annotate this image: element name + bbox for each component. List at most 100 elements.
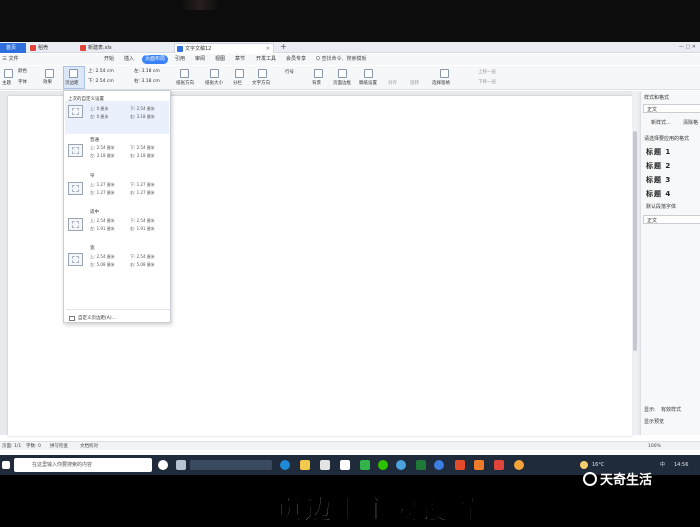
background-button[interactable]: 背景 (312, 81, 321, 87)
new-style-button[interactable]: 新样式... (651, 119, 671, 126)
send-backward-button[interactable]: 下移一层 (478, 80, 496, 86)
word-count[interactable]: 字数: 0 (26, 443, 41, 450)
theme-icon[interactable] (4, 69, 13, 78)
style-heading-1[interactable]: 标题 1 (646, 147, 671, 157)
menu-dev-tools[interactable]: 开发工具 (256, 55, 276, 64)
paper-size-icon[interactable] (210, 69, 219, 78)
color-button[interactable]: 颜色 (18, 69, 27, 75)
moderate-bottom[interactable]: 下: 2.54 厘米 (130, 218, 155, 224)
narrow-top[interactable]: 上: 1.27 厘米 (90, 182, 115, 188)
style-heading-3[interactable]: 标题 3 (646, 175, 671, 185)
app-icon[interactable] (474, 460, 484, 470)
bring-forward-button[interactable]: 上移一层 (478, 70, 496, 76)
effect-button[interactable]: 效果 (43, 80, 52, 86)
normal-top[interactable]: 上: 2.54 厘米 (90, 145, 115, 151)
margin-left-value[interactable]: 左: 3.18 cm (134, 69, 160, 75)
command-search[interactable]: Q 查找命令、搜索模板 (316, 55, 367, 64)
normal-bottom[interactable]: 下: 2.54 厘米 (130, 145, 155, 151)
vertical-scrollbar[interactable] (632, 91, 638, 435)
style-heading-4[interactable]: 标题 4 (646, 189, 671, 199)
margin-icon[interactable] (69, 69, 78, 78)
background-icon[interactable] (314, 69, 323, 78)
recent-bottom[interactable]: 下: 2.54 厘米 (130, 106, 155, 112)
narrow-preset-icon[interactable] (68, 182, 83, 195)
recent-right[interactable]: 右: 3.18 厘米 (130, 114, 155, 120)
text-direction-icon[interactable] (258, 69, 267, 78)
menu-member[interactable]: 会员专享 (286, 55, 306, 64)
normal-preset-icon[interactable] (68, 144, 83, 157)
clear-format-button[interactable]: 清除格 (683, 119, 698, 126)
wide-left[interactable]: 左: 5.08 厘米 (90, 262, 115, 268)
menu-insert[interactable]: 插入 (124, 55, 134, 64)
menu-file[interactable]: 三 文件 (2, 55, 19, 64)
wide-bottom[interactable]: 下: 2.54 厘米 (130, 254, 155, 260)
close-icon[interactable]: ✕ (266, 44, 270, 54)
moderate-top[interactable]: 上: 2.54 厘米 (90, 218, 115, 224)
vpn-icon[interactable] (360, 460, 370, 470)
rotate-button[interactable]: 旋转 (410, 81, 419, 87)
selection-pane-icon[interactable] (440, 69, 449, 78)
taskbar-search[interactable]: 在这里输入你要搜索的内容 (14, 458, 152, 472)
orientation-icon[interactable] (180, 69, 189, 78)
browser-icon[interactable] (396, 460, 406, 470)
spell-check-toggle[interactable]: 拼写检查 (50, 443, 68, 450)
wide-top[interactable]: 上: 2.54 厘米 (90, 254, 115, 260)
narrow-right[interactable]: 右: 1.27 厘米 (130, 190, 155, 196)
menu-chapter[interactable]: 章节 (235, 55, 245, 64)
margin-top-value[interactable]: 上: 2.54 cm (88, 69, 114, 75)
wps-icon[interactable] (455, 460, 465, 470)
narrow-bottom[interactable]: 下: 1.27 厘米 (130, 182, 155, 188)
style-default-font[interactable]: 默认段落字体 (646, 203, 676, 210)
menu-view[interactable]: 视图 (215, 55, 225, 64)
show-select[interactable]: 有效样式 (661, 406, 681, 413)
recent-left[interactable]: 左: 0 厘米 (90, 114, 108, 120)
file-explorer-icon[interactable] (300, 460, 310, 470)
line-number-button[interactable]: 行号 (285, 70, 294, 76)
normal-left[interactable]: 左: 3.18 厘米 (90, 153, 115, 159)
edge-icon[interactable] (280, 460, 290, 470)
text-direction-button[interactable]: 文字方向 (252, 81, 270, 87)
taskbar-search-bar-icon[interactable] (190, 460, 272, 470)
custom-margin-item[interactable]: 自定义页边距(A)... (78, 315, 116, 321)
page-border-button[interactable]: 页面边框 (333, 81, 351, 87)
moderate-right[interactable]: 右: 1.91 厘米 (130, 226, 155, 232)
window-controls[interactable]: — ▢ ✕ (679, 42, 696, 52)
narrow-left[interactable]: 左: 1.27 厘米 (90, 190, 115, 196)
chrome-icon[interactable] (434, 460, 444, 470)
moderate-left[interactable]: 左: 1.91 厘米 (90, 226, 115, 232)
menu-review[interactable]: 审阅 (195, 55, 205, 64)
doc-proof-button[interactable]: 文档校对 (80, 443, 98, 450)
media-icon[interactable] (514, 460, 524, 470)
windows-start-icon[interactable] (2, 461, 10, 469)
clock[interactable]: 14:56 (674, 458, 688, 472)
margin-button[interactable]: 页边距 (65, 81, 79, 87)
paper-size-button[interactable]: 纸张大小 (205, 81, 223, 87)
orientation-button[interactable]: 纸张方向 (176, 81, 194, 87)
normal-right[interactable]: 右: 3.18 厘米 (130, 153, 155, 159)
font-button[interactable]: 字体 (18, 80, 27, 86)
tab-sheet[interactable]: 新建表.xls (78, 43, 168, 53)
effect-icon[interactable] (45, 69, 54, 78)
store-icon[interactable] (320, 460, 330, 470)
ime-indicator[interactable]: 中 (660, 458, 665, 472)
recent-top[interactable]: 上: 0 厘米 (90, 106, 108, 112)
wps-writer-icon[interactable] (494, 460, 504, 470)
style-heading-2[interactable]: 标题 2 (646, 161, 671, 171)
columns-icon[interactable] (235, 69, 244, 78)
page-border-icon[interactable] (338, 69, 347, 78)
tab-home[interactable]: 首页 (0, 43, 26, 53)
show-preview-checkbox[interactable]: 显示预览 (644, 418, 664, 425)
notepad-icon[interactable] (340, 460, 350, 470)
tab-docer[interactable]: 稻壳 (28, 43, 72, 53)
columns-button[interactable]: 分栏 (233, 81, 242, 87)
scrollbar-thumb[interactable] (633, 131, 637, 351)
new-tab-icon[interactable]: + (280, 42, 287, 52)
zoom-level[interactable]: 100% (648, 443, 661, 450)
style-body-box[interactable]: 正文 (643, 215, 700, 224)
selection-pane-button[interactable]: 选择窗格 (432, 81, 450, 87)
menu-start[interactable]: 开始 (104, 55, 114, 64)
menu-reference[interactable]: 引用 (175, 55, 185, 64)
recent-preset-icon[interactable] (68, 105, 83, 118)
current-style-box[interactable]: 正文 (643, 104, 700, 113)
manuscript-icon[interactable] (364, 69, 373, 78)
